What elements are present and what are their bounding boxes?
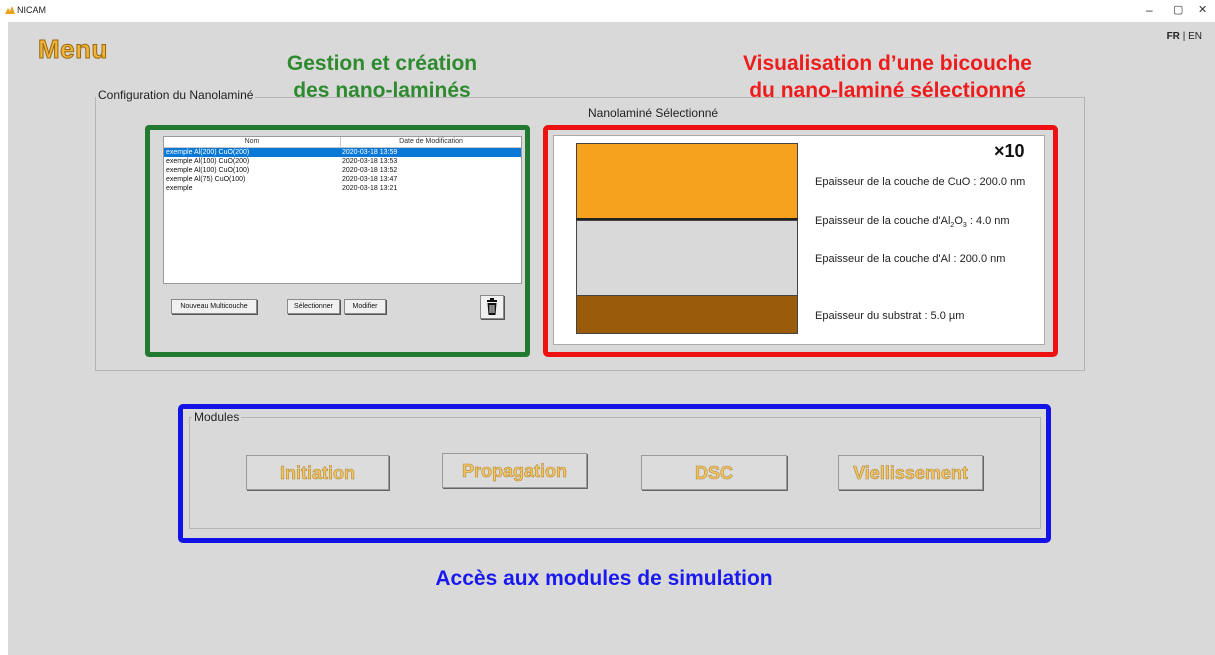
maximize-button[interactable]: ▢ [1173, 3, 1183, 16]
app-icon [5, 6, 15, 14]
management-highlight-box [145, 125, 530, 357]
window-title: NICAM [17, 5, 46, 15]
modules-highlight-box [178, 404, 1051, 543]
annotation-management-line2: des nano-laminés [293, 79, 471, 102]
title-bar: NICAM – ▢ ✕ [0, 0, 1215, 22]
selected-nanolaminate-label: Nanolaminé Sélectionné [588, 106, 719, 120]
language-switch: FR | EN [1167, 31, 1202, 42]
annotation-visualisation-line2: du nano-laminé sélectionné [749, 79, 1026, 102]
annotation-management: Gestion et création des nano-laminés [258, 50, 506, 104]
visualisation-highlight-box [543, 125, 1058, 357]
menu-title: Menu [38, 34, 108, 65]
annotation-visualisation: Visualisation d’une bicouche du nano-lam… [705, 50, 1070, 104]
annotation-management-line1: Gestion et création [286, 52, 478, 75]
annotation-modules: Accès aux modules de simulation [435, 567, 773, 590]
lang-separator: | [1182, 31, 1186, 42]
lang-fr[interactable]: FR [1167, 31, 1180, 42]
annotation-visualisation-line1: Visualisation d’une bicouche [742, 52, 1032, 75]
lang-en[interactable]: EN [1188, 31, 1202, 42]
minimize-button[interactable]: – [1146, 3, 1153, 17]
config-group-label: Configuration du Nanolaminé [96, 88, 256, 102]
close-button[interactable]: ✕ [1198, 3, 1207, 16]
